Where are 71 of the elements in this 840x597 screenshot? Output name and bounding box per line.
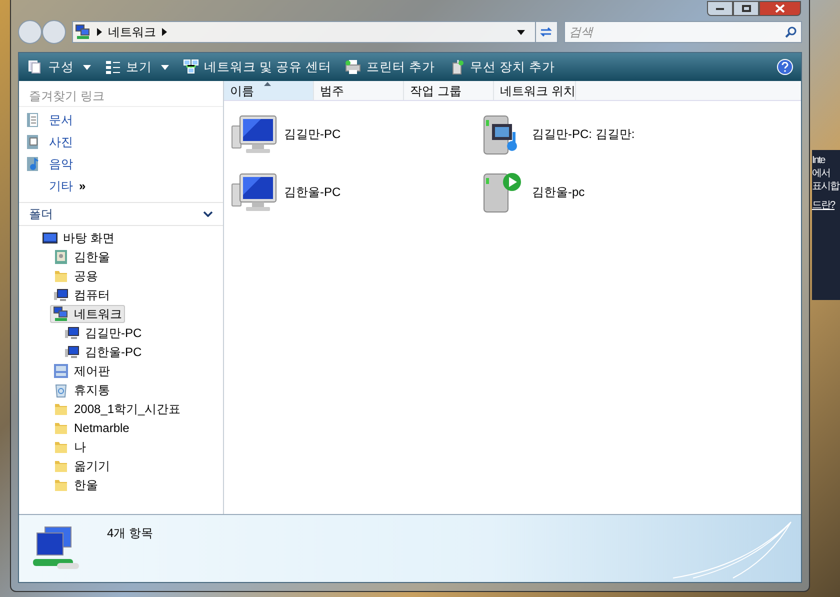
network-item[interactable]: 김한울-pc	[478, 169, 589, 215]
computer-icon	[64, 324, 80, 340]
help-icon	[781, 62, 789, 72]
favorite-link[interactable]: 사진	[25, 131, 223, 153]
tree-item[interactable]: 공용	[50, 266, 101, 284]
printer-icon	[345, 59, 362, 75]
control-panel-icon	[53, 362, 69, 378]
tree-item[interactable]: 컴퓨터	[50, 286, 113, 304]
column-header[interactable]: 네트워크 위치	[494, 81, 576, 100]
tree-item[interactable]: 휴지통	[50, 380, 113, 398]
search-field[interactable]: 검색	[564, 21, 802, 43]
gadget-text: Inte	[812, 154, 826, 167]
tree-item[interactable]: Netmarble	[50, 418, 132, 436]
close-icon	[775, 4, 785, 13]
favorite-link[interactable]: 문서	[25, 109, 223, 131]
chevron-icon	[97, 28, 102, 36]
network-icon	[53, 306, 69, 322]
network-icon	[75, 24, 91, 40]
tree-item[interactable]: 김한울	[50, 248, 113, 266]
tree-item[interactable]: 김길만-PC	[61, 324, 145, 342]
network-item[interactable]: 김길만-PC	[230, 111, 345, 157]
double-chevron-icon: »	[79, 177, 86, 195]
computer-icon	[64, 344, 80, 360]
close-button[interactable]	[759, 1, 801, 16]
toolbar-button[interactable]: 보기	[105, 58, 169, 76]
column-header[interactable]: 작업 그룹	[404, 81, 494, 100]
refresh-button[interactable]	[535, 22, 555, 42]
user-icon	[53, 248, 69, 264]
tree-item[interactable]: 김한울-PC	[61, 342, 145, 360]
search-icon	[785, 26, 797, 38]
tree-item[interactable]: 바탕 화면	[39, 228, 118, 246]
sort-arrow-icon	[264, 82, 271, 86]
network-icon	[183, 59, 199, 75]
column-header[interactable]: 범주	[314, 81, 404, 100]
toolbar-button[interactable]: 무선 장치 추가	[448, 58, 555, 76]
network-item[interactable]: 김한울-PC	[230, 169, 345, 215]
toolbar-button[interactable]: 프린터 추가	[345, 58, 435, 76]
tree-item[interactable]: 옮기기	[50, 456, 113, 474]
favorite-link[interactable]: 음악	[25, 153, 223, 175]
more-link[interactable]: 기타	[49, 177, 73, 195]
documents-icon	[25, 112, 41, 128]
tree-item[interactable]: 네트워크	[50, 304, 125, 322]
tree-item[interactable]: 한울	[50, 476, 101, 494]
tree-item[interactable]: 제어판	[50, 362, 113, 380]
views-icon	[105, 59, 121, 75]
toolbar-button[interactable]: 구성	[27, 58, 91, 76]
tree-item[interactable]: 2008_1학기_시간표	[50, 400, 184, 418]
gadget-text: 표시합	[812, 180, 840, 193]
gadget-text: 드란?	[812, 199, 836, 212]
tree-item[interactable]: 나	[50, 438, 89, 456]
gadget-text: 에서	[812, 167, 831, 180]
chevron-icon	[162, 28, 167, 36]
dropdown-arrow-icon[interactable]	[517, 30, 525, 34]
maximize-button[interactable]	[733, 1, 759, 16]
minimize-button[interactable]	[707, 1, 733, 16]
help-button[interactable]	[777, 59, 793, 75]
folders-header[interactable]: 폴더	[19, 202, 223, 226]
item-count: 4개 항목	[107, 525, 154, 542]
network-item[interactable]: 김길만-PC: 김길만:	[478, 111, 639, 157]
breadcrumb-item[interactable]: 네트워크	[108, 23, 156, 41]
refresh-icon	[538, 26, 552, 38]
computer-icon	[53, 286, 69, 302]
pages-icon	[27, 59, 43, 75]
pane-heading: 즐겨찾기 링크	[29, 89, 104, 103]
recycle-bin-icon	[53, 382, 69, 398]
toolbar-button[interactable]: 네트워크 및 공유 센터	[183, 58, 332, 76]
column-header[interactable]: 이름	[224, 81, 314, 100]
address-bar[interactable]: 네트워크	[72, 21, 558, 43]
pictures-icon	[25, 134, 41, 150]
music-icon	[25, 156, 41, 172]
desktop-icon	[42, 230, 58, 246]
